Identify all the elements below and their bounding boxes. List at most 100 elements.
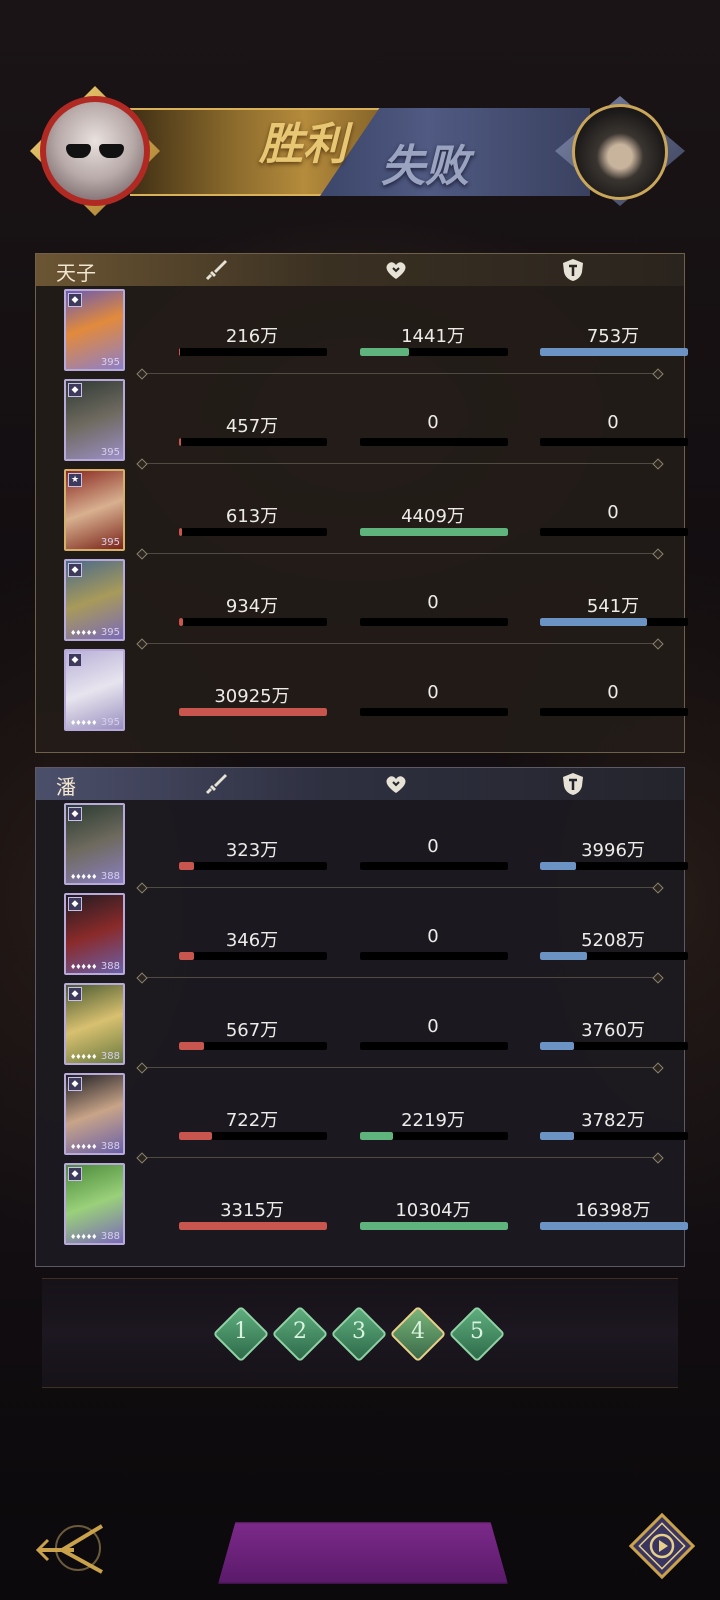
damage-stat: 567万 (177, 1016, 327, 1056)
damage-bar-fill (179, 708, 327, 716)
replay-play-icon[interactable] (626, 1510, 698, 1582)
back-arrow-icon[interactable] (34, 1514, 108, 1588)
opponent-avatar[interactable] (572, 104, 668, 200)
damage-taken-bar (540, 1042, 688, 1050)
damage-taken-stat: 16398万 (538, 1196, 688, 1236)
row-divider (144, 463, 656, 464)
heal-stat: 0 (358, 412, 508, 452)
star-rating-icon: ♦♦♦♦♦ (70, 719, 97, 727)
hero-card[interactable]: ◆ ♦♦♦♦♦ 395 (64, 649, 125, 731)
row-divider (144, 553, 656, 554)
enemy-hero-row-5: ◆ ♦♦♦♦♦ 388 3315万 10304万 16398万 (36, 1160, 688, 1252)
star-rating-icon: ♦♦♦♦♦ (70, 1233, 97, 1241)
damage-stat: 323万 (177, 836, 327, 876)
damage-stat: 613万 (177, 502, 327, 542)
heal-value: 4409万 (401, 506, 465, 527)
hero-card[interactable]: ◆ ♦♦♦♦♦ 388 (64, 1073, 125, 1155)
heal-bar (360, 618, 508, 626)
hero-card[interactable]: ◆ ♦♦♦♦♦ 388 (64, 983, 125, 1065)
damage-taken-value: 16398万 (575, 1200, 651, 1221)
hero-level: 395 (100, 717, 120, 728)
damage-taken-bar-fill (540, 862, 576, 870)
damage-taken-bar (540, 438, 688, 446)
round-number: 1 (234, 1319, 248, 1344)
damage-taken-bar (540, 952, 688, 960)
damage-bar-fill (179, 1222, 327, 1230)
damage-taken-value: 0 (607, 682, 619, 703)
rank-badge-icon: ◆ (68, 1077, 82, 1091)
rank-badge-icon: ◆ (68, 807, 82, 821)
continue-button[interactable] (218, 1522, 508, 1584)
heal-value: 1441万 (401, 326, 465, 347)
damage-taken-bar-fill (540, 1222, 688, 1230)
ally-hero-row-1: ◆ 395 216万 1441万 753万 (36, 286, 688, 378)
sword-icon (203, 257, 229, 283)
damage-bar (179, 438, 327, 446)
round-button-2[interactable]: 2 (271, 1305, 329, 1363)
damage-taken-value: 3782万 (581, 1110, 645, 1131)
damage-taken-stat: 0 (538, 412, 688, 452)
shield-icon (560, 771, 586, 797)
heal-stat: 1441万 (358, 322, 508, 362)
damage-taken-stat: 3760万 (538, 1016, 688, 1056)
damage-taken-bar (540, 708, 688, 716)
heal-bar (360, 348, 508, 356)
damage-value: 346万 (225, 930, 279, 951)
hero-card[interactable]: ★ 395 (64, 469, 125, 551)
rank-badge-icon: ★ (68, 473, 82, 487)
damage-taken-bar (540, 348, 688, 356)
hero-level: 388 (100, 1051, 120, 1062)
heal-value: 0 (427, 1016, 439, 1037)
enemy-hero-row-1: ◆ ♦♦♦♦♦ 388 323万 0 3996万 (36, 800, 688, 892)
star-rating-icon: ♦♦♦♦♦ (70, 873, 97, 881)
damage-bar-fill (179, 348, 181, 356)
hero-card[interactable]: ◆ ♦♦♦♦♦ 388 (64, 803, 125, 885)
damage-taken-value: 0 (607, 502, 619, 523)
damage-taken-bar (540, 528, 688, 536)
enemy-hero-row-4: ◆ ♦♦♦♦♦ 388 722万 2219万 3782万 (36, 1070, 688, 1162)
damage-stat: 30925万 (177, 682, 327, 722)
hero-card[interactable]: ◆ ♦♦♦♦♦ 395 (64, 559, 125, 641)
damage-bar (179, 348, 327, 356)
enemy-team-panel: 潘 ◆ ♦♦♦♦♦ 388 323万 0 3996万 ◆ ♦♦♦♦♦ 388 3… (35, 767, 688, 1267)
star-rating-icon: ♦♦♦♦♦ (70, 963, 97, 971)
heal-stat: 0 (358, 592, 508, 632)
ally-hero-row-2: ◆ 395 457万 0 0 (36, 376, 688, 468)
hero-card[interactable]: ◆ 395 (64, 379, 125, 461)
damage-taken-value: 3996万 (581, 840, 645, 861)
damage-taken-value: 753万 (586, 326, 640, 347)
damage-taken-stat: 753万 (538, 322, 688, 362)
damage-bar-fill (179, 438, 182, 446)
row-divider (144, 643, 656, 644)
round-button-4[interactable]: 4 (389, 1305, 447, 1363)
heal-value: 2219万 (401, 1110, 465, 1131)
hero-level: 388 (100, 871, 120, 882)
result-banner: 胜利 失败 (0, 78, 720, 228)
damage-taken-bar-fill (540, 618, 647, 626)
damage-taken-value: 0 (607, 412, 619, 433)
hero-card[interactable]: ◆ 395 (64, 289, 125, 371)
round-number: 5 (470, 1319, 484, 1344)
heart-icon (383, 771, 409, 797)
damage-taken-value: 541万 (586, 596, 640, 617)
damage-value: 3315万 (220, 1200, 284, 1221)
damage-stat: 722万 (177, 1106, 327, 1146)
heal-bar (360, 1222, 508, 1230)
player-avatar[interactable] (40, 96, 150, 206)
hero-level: 395 (100, 537, 120, 548)
hero-card[interactable]: ◆ ♦♦♦♦♦ 388 (64, 893, 125, 975)
hero-card[interactable]: ◆ ♦♦♦♦♦ 388 (64, 1163, 125, 1245)
damage-taken-bar (540, 618, 688, 626)
round-button-5[interactable]: 5 (448, 1305, 506, 1363)
round-button-1[interactable]: 1 (212, 1305, 270, 1363)
round-button-3[interactable]: 3 (330, 1305, 388, 1363)
damage-value: 934万 (225, 596, 279, 617)
damage-stat: 346万 (177, 926, 327, 966)
enemy-panel-header: 潘 (36, 768, 684, 800)
heal-value: 0 (427, 412, 439, 433)
rank-badge-icon: ◆ (68, 383, 82, 397)
heal-stat: 0 (358, 926, 508, 966)
damage-bar-fill (179, 528, 182, 536)
heal-value: 0 (427, 926, 439, 947)
damage-value: 457万 (225, 416, 279, 437)
